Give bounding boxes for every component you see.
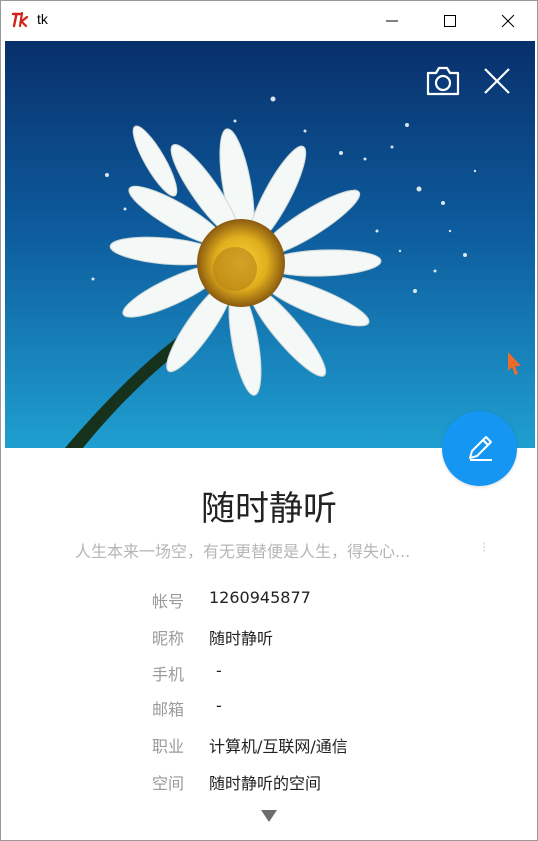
info-label: 昵称 [152,629,185,648]
minimize-icon [386,20,398,22]
title-bar[interactable]: tk [1,1,537,41]
info-value: - [216,661,222,680]
cover-image [5,41,535,448]
mouse-cursor-icon [508,352,521,375]
edit-profile-button[interactable] [442,411,517,486]
info-label: 空间 [152,774,185,793]
close-window-button[interactable] [479,1,537,41]
tk-feather-icon [11,11,29,28]
info-value: 计算机/互联网/通信 [209,737,348,756]
maximize-icon [444,15,456,27]
close-window-icon [501,14,515,28]
maximize-button[interactable] [421,1,479,41]
info-row-account: 帐号 1260945877 [1,588,537,614]
minimize-button[interactable] [363,1,421,41]
app-window: tk 随时静听 人生本来一场空，有无更替便是人生，得失心... ⁝ 帐号 126… [0,0,538,841]
info-value: 随时静听 [209,629,274,648]
info-row-phone: 手机 - [1,661,537,687]
signature-more-mark: ⁝ [482,540,487,556]
window-title: tk [37,11,48,27]
pencil-icon [469,436,492,461]
info-value: - [216,696,222,715]
caret-down-icon[interactable] [260,809,278,823]
info-label: 职业 [152,737,185,756]
info-label: 手机 [152,665,185,684]
info-value: 1260945877 [209,588,311,607]
profile-signature[interactable]: 人生本来一场空，有无更替便是人生，得失心... [75,538,475,562]
profile-name: 随时静听 [201,489,337,529]
info-row-email: 邮箱 - [1,696,537,722]
info-label: 邮箱 [152,700,185,719]
info-row-space[interactable]: 空间 随时静听的空间 [1,770,537,796]
info-value-link[interactable]: 随时静听的空间 [209,770,321,794]
info-row-nickname: 昵称 随时静听 [1,625,537,651]
info-row-occupation: 职业 计算机/互联网/通信 [1,733,537,759]
close-icon[interactable] [481,65,513,97]
info-label: 帐号 [152,592,185,611]
camera-icon[interactable] [423,63,463,99]
profile-card: 随时静听 人生本来一场空，有无更替便是人生，得失心... ⁝ 帐号 126094… [1,41,537,840]
